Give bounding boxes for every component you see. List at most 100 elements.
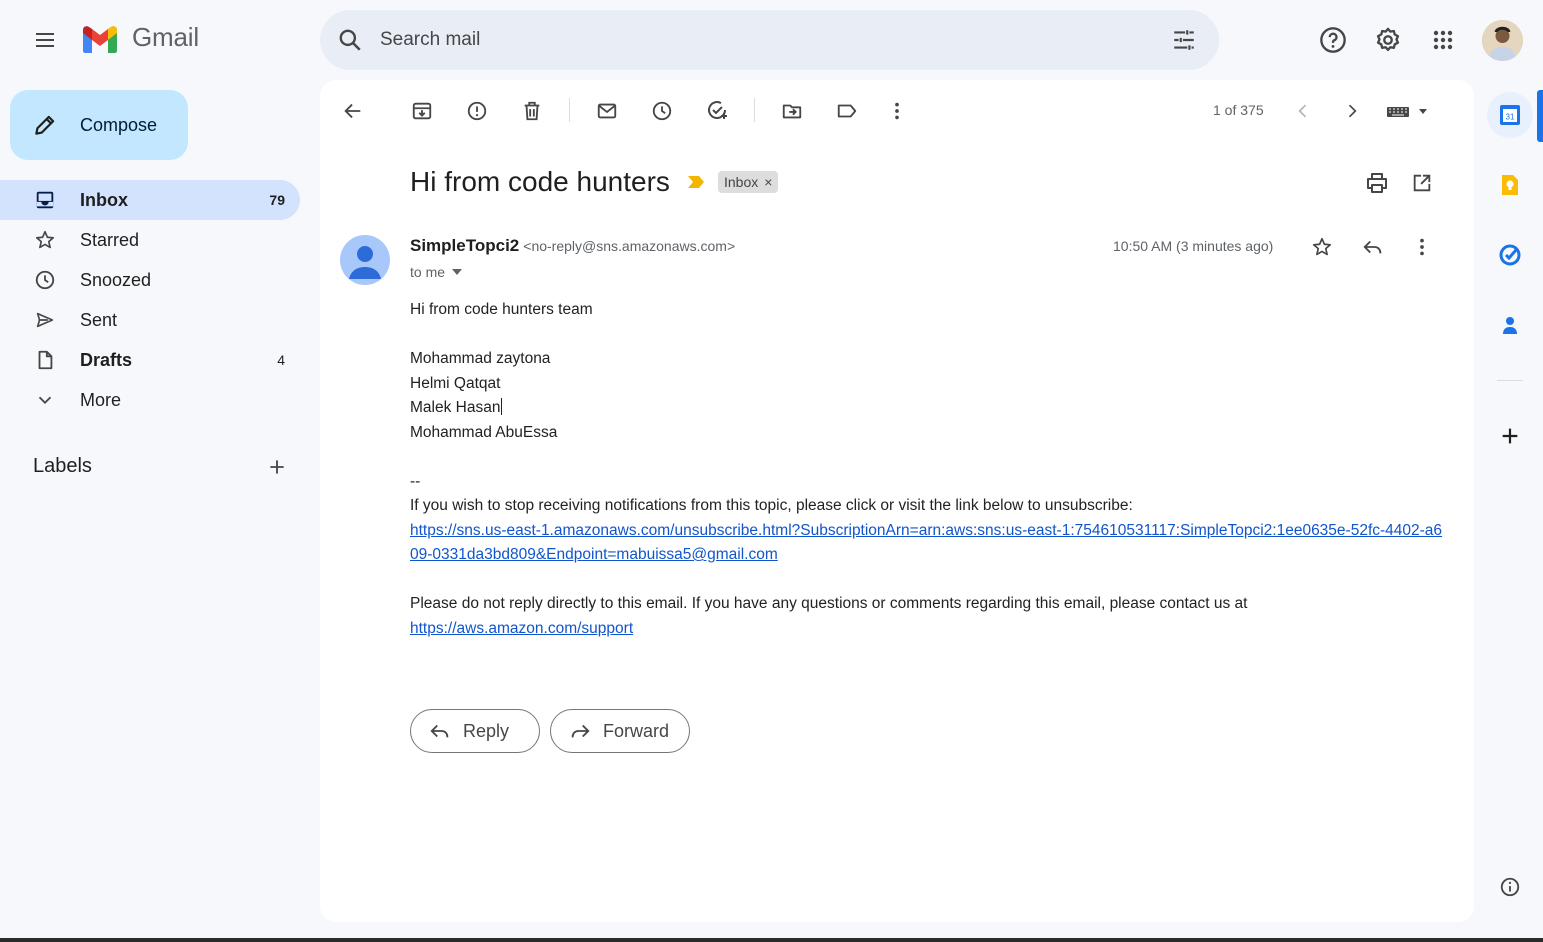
sidebar-item-more[interactable]: More bbox=[0, 380, 300, 420]
reply-icon-button[interactable] bbox=[1358, 232, 1388, 262]
sidebar-item-label: Inbox bbox=[80, 189, 128, 210]
archive-button[interactable] bbox=[407, 96, 437, 126]
add-task-icon bbox=[708, 101, 727, 119]
search-options-button[interactable] bbox=[1149, 27, 1219, 53]
sidebar-item-label: Sent bbox=[80, 309, 118, 330]
sidebar-item-label: Starred bbox=[80, 229, 140, 250]
sidebar-item-label: More bbox=[80, 389, 122, 410]
hamburger-icon bbox=[36, 33, 54, 47]
importance-marker[interactable] bbox=[686, 174, 706, 190]
reply-label: Reply bbox=[463, 720, 510, 741]
reply-button[interactable]: Reply bbox=[410, 709, 540, 753]
search-input[interactable]: Search mail bbox=[380, 29, 1149, 51]
forward-label: Forward bbox=[603, 720, 670, 741]
keyboard-icon bbox=[1387, 107, 1427, 117]
help-icon bbox=[1320, 27, 1346, 53]
recipient-details-toggle[interactable]: to me bbox=[410, 264, 463, 280]
toolbar-divider bbox=[754, 98, 755, 122]
star-icon bbox=[1312, 237, 1332, 256]
calendar-app-button[interactable]: 31 bbox=[1487, 92, 1533, 138]
keep-app-button[interactable] bbox=[1487, 162, 1533, 208]
pagination-count: 1 of 375 bbox=[1213, 102, 1264, 118]
message-more-button[interactable] bbox=[1407, 232, 1437, 262]
arrow-back-icon bbox=[344, 103, 361, 119]
add-to-tasks-button[interactable] bbox=[702, 96, 732, 126]
tasks-icon bbox=[1499, 244, 1521, 266]
support-button[interactable] bbox=[1313, 20, 1353, 60]
gmail-logo[interactable]: Gmail bbox=[80, 22, 199, 53]
draft-icon bbox=[38, 350, 53, 370]
chevron-down-icon bbox=[38, 396, 52, 405]
sender-email: <no-reply@sns.amazonaws.com> bbox=[523, 238, 736, 254]
side-panel-divider bbox=[1497, 380, 1523, 381]
important-marker-icon bbox=[688, 176, 704, 188]
sidebar-item-label: Snoozed bbox=[80, 269, 152, 290]
draft-count: 4 bbox=[277, 352, 285, 368]
tune-icon bbox=[1174, 30, 1194, 50]
main-menu-button[interactable] bbox=[25, 20, 65, 60]
back-button[interactable] bbox=[338, 96, 368, 126]
contacts-app-button[interactable] bbox=[1487, 302, 1533, 348]
side-panel-active-indicator bbox=[1537, 90, 1543, 142]
move-to-folder-icon bbox=[782, 104, 802, 119]
star-button[interactable] bbox=[1307, 232, 1337, 262]
name-line: Mohammad AbuEssa bbox=[410, 423, 558, 441]
person-icon bbox=[349, 246, 381, 279]
open-in-new-icon bbox=[1413, 174, 1431, 192]
recipient-text: to me bbox=[410, 264, 446, 280]
report-spam-button[interactable] bbox=[462, 96, 492, 126]
account-avatar[interactable] bbox=[1482, 20, 1523, 61]
hide-side-panel-button[interactable] bbox=[1487, 864, 1533, 910]
compose-button[interactable]: Compose bbox=[10, 90, 188, 160]
tasks-app-button[interactable] bbox=[1487, 232, 1533, 278]
older-button[interactable] bbox=[1337, 96, 1367, 126]
apps-button[interactable] bbox=[1423, 20, 1463, 60]
newer-button[interactable] bbox=[1288, 96, 1318, 126]
chevron-left-icon bbox=[1298, 104, 1307, 118]
profile-photo-icon bbox=[1482, 20, 1523, 61]
move-to-button[interactable] bbox=[777, 96, 807, 126]
keep-icon bbox=[1502, 175, 1518, 195]
name-line: Malek Hasan bbox=[410, 396, 1450, 421]
sidebar-item-starred[interactable]: Starred bbox=[0, 220, 300, 260]
search-button[interactable] bbox=[320, 27, 380, 53]
inbox-label-chip: Inbox × bbox=[718, 171, 779, 193]
remove-label-button[interactable]: × bbox=[764, 174, 772, 190]
support-link[interactable]: https://aws.amazon.com/support bbox=[410, 620, 633, 637]
input-tools-button[interactable] bbox=[1382, 96, 1432, 126]
settings-button[interactable] bbox=[1368, 20, 1408, 60]
email-body: Hi from code hunters team Mohammad zayto… bbox=[410, 298, 1450, 641]
pencil-icon bbox=[35, 115, 55, 135]
sidebar-item-snoozed[interactable]: Snoozed bbox=[0, 260, 300, 300]
gmail-m-icon bbox=[83, 25, 117, 53]
labels-button[interactable] bbox=[832, 96, 862, 126]
clock-icon bbox=[652, 101, 672, 121]
search-bar[interactable]: Search mail bbox=[320, 10, 1219, 70]
mail-icon bbox=[597, 103, 617, 119]
search-icon bbox=[339, 29, 361, 51]
clock-icon bbox=[35, 270, 55, 290]
snooze-button[interactable] bbox=[647, 96, 677, 126]
open-new-window-button[interactable] bbox=[1407, 168, 1437, 198]
sender-avatar[interactable] bbox=[340, 235, 390, 285]
delete-button[interactable] bbox=[517, 96, 547, 126]
sidebar-item-drafts[interactable]: Drafts 4 bbox=[0, 340, 300, 380]
sender-name[interactable]: SimpleTopci2 bbox=[410, 236, 519, 255]
forward-button[interactable]: Forward bbox=[550, 709, 690, 753]
sidebar-item-inbox[interactable]: Inbox 79 bbox=[0, 180, 300, 220]
more-options-button[interactable] bbox=[882, 96, 912, 126]
gear-icon bbox=[1376, 27, 1400, 52]
contact-text: Please do not reply directly to this ema… bbox=[410, 595, 1248, 612]
print-all-button[interactable] bbox=[1362, 168, 1392, 198]
unsubscribe-link[interactable]: https://sns.us-east-1.amazonaws.com/unsu… bbox=[410, 522, 1442, 564]
create-label-button[interactable] bbox=[262, 452, 292, 482]
get-addons-button[interactable] bbox=[1487, 413, 1533, 459]
text-cursor bbox=[501, 398, 503, 415]
window-bottom-edge bbox=[0, 938, 1543, 942]
mark-unread-button[interactable] bbox=[592, 96, 622, 126]
reply-icon bbox=[1363, 240, 1382, 254]
print-icon bbox=[1367, 173, 1387, 193]
sidebar-item-sent[interactable]: Sent bbox=[0, 300, 300, 340]
plus-icon bbox=[270, 460, 284, 474]
inbox-icon bbox=[36, 191, 54, 209]
